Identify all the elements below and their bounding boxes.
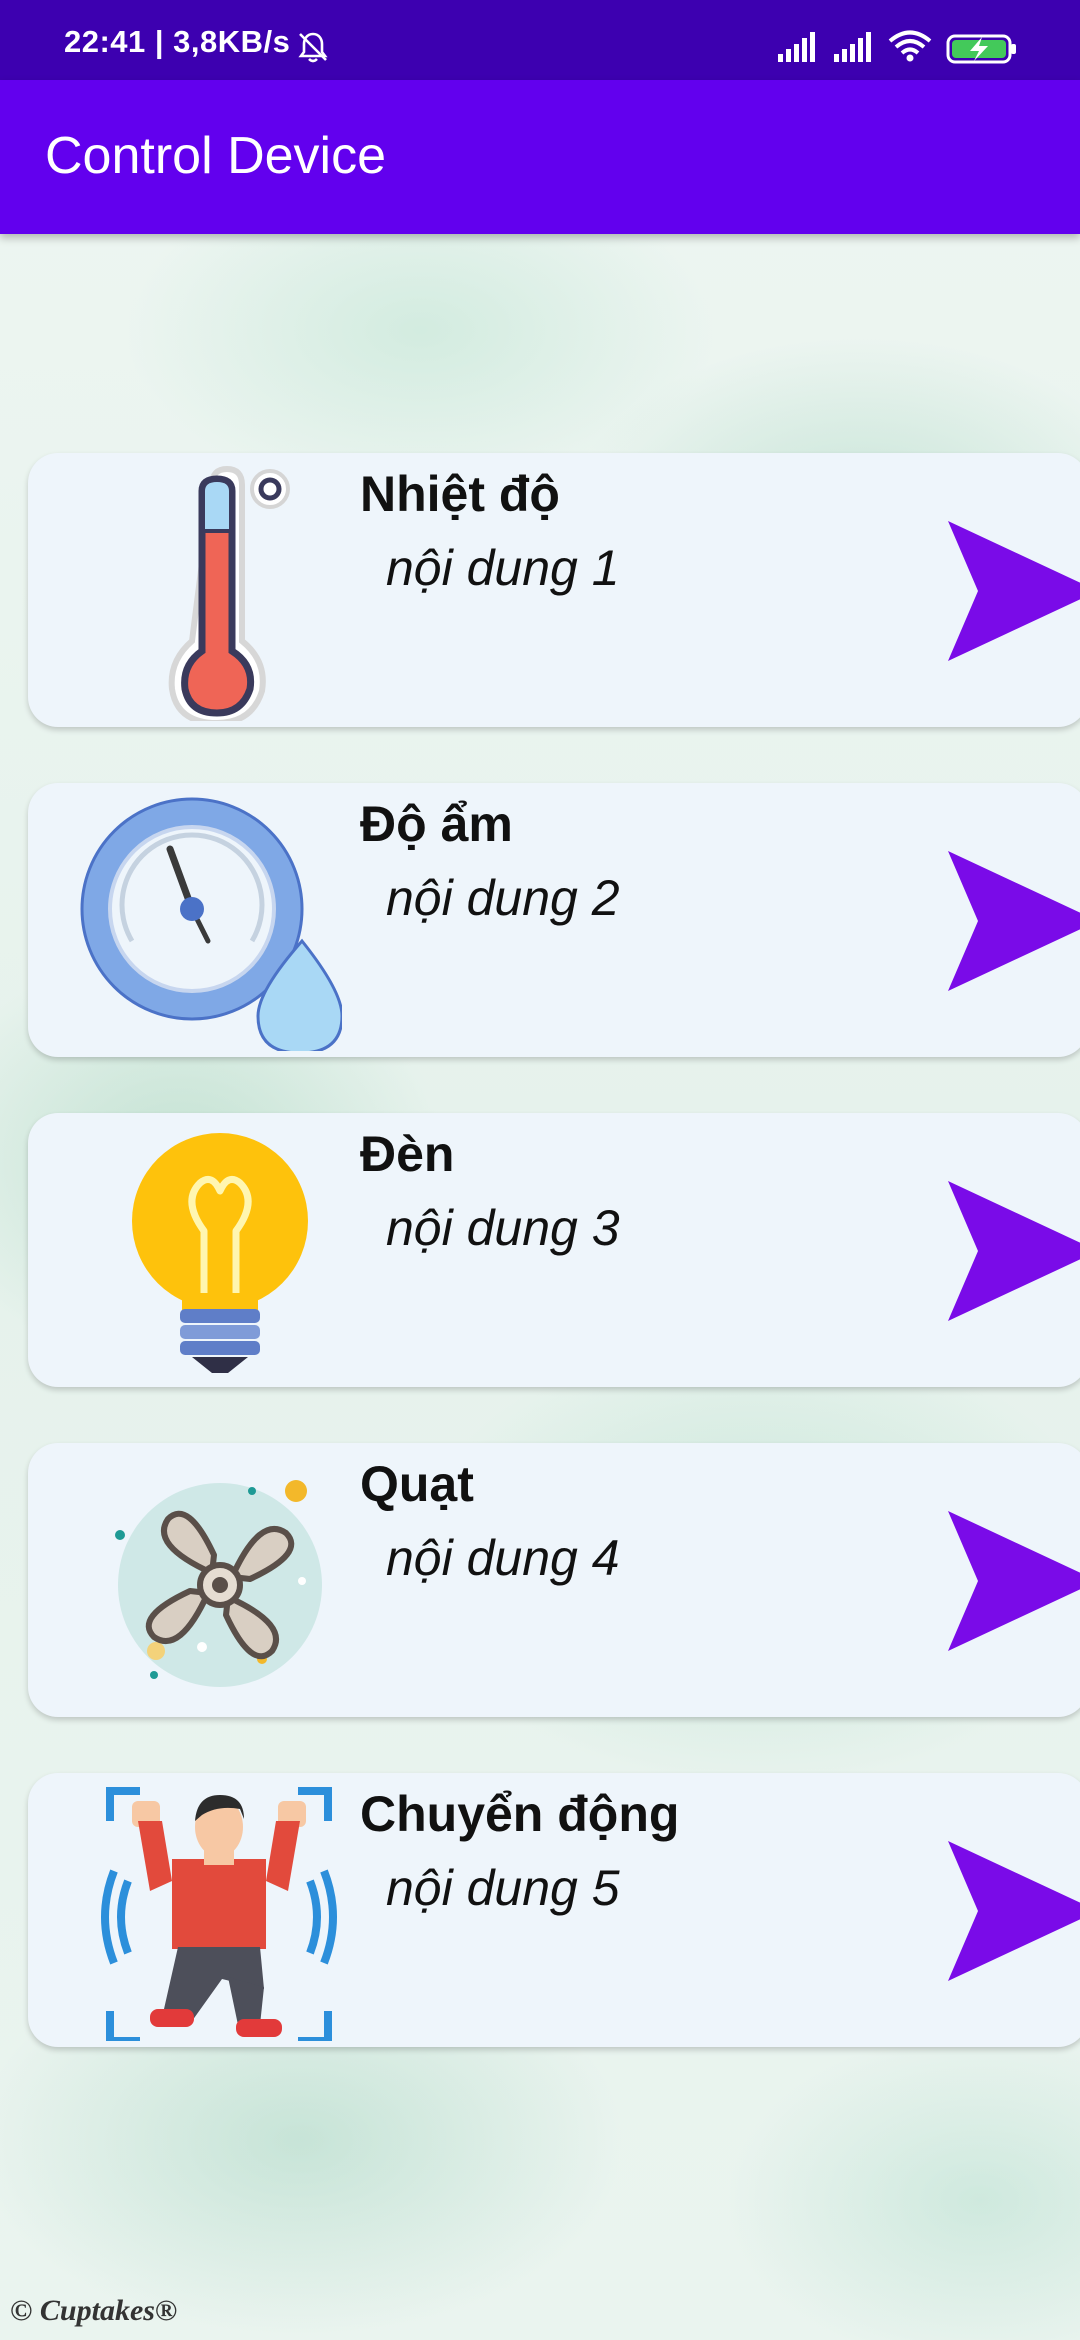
thermometer-icon [168, 465, 290, 721]
watermark: © Cuptakes® [10, 2294, 178, 2327]
device-card-humidity[interactable]: Độ ẩm nội dung 2 [28, 783, 1080, 1057]
app-title: Control Device [45, 127, 387, 185]
fan-icon [115, 1480, 322, 1687]
signal-icon [834, 32, 871, 62]
send-arrow-icon[interactable] [948, 521, 1080, 661]
humidity-gauge-icon [80, 797, 342, 1051]
wifi-icon [888, 30, 932, 62]
device-title: Đèn [360, 1126, 455, 1182]
status-time-speed: 22:41 | 3,8KB/s [64, 24, 291, 59]
device-subtitle: nội dung 4 [386, 1530, 620, 1586]
send-arrow-icon[interactable] [948, 1511, 1080, 1651]
device-subtitle: nội dung 5 [386, 1860, 620, 1916]
device-title: Độ ẩm [360, 796, 513, 852]
device-subtitle: nội dung 1 [386, 540, 620, 596]
device-card-fan[interactable]: Quạt nội dung 4 [28, 1443, 1080, 1717]
motion-icon [101, 1787, 337, 2041]
signal-icon [778, 32, 815, 62]
send-arrow-icon[interactable] [948, 1841, 1080, 1981]
device-title: Nhiệt độ [360, 466, 560, 522]
device-title: Chuyển động [360, 1786, 680, 1842]
light-bulb-icon [132, 1133, 308, 1373]
send-arrow-icon[interactable] [948, 1181, 1080, 1321]
battery-charging-icon [946, 34, 1016, 64]
device-subtitle: nội dung 3 [386, 1200, 620, 1256]
device-title: Quạt [360, 1456, 474, 1512]
status-bar: 22:41 | 3,8KB/s [0, 0, 1080, 80]
device-card-motion[interactable]: Chuyển động nội dung 5 [28, 1773, 1080, 2047]
bell-muted-icon [298, 32, 328, 63]
device-card-temperature[interactable]: Nhiệt độ nội dung 1 [28, 453, 1080, 727]
send-arrow-icon[interactable] [948, 851, 1080, 991]
device-subtitle: nội dung 2 [386, 870, 620, 926]
app-bar: Control Device [0, 80, 1080, 234]
device-card-light[interactable]: Đèn nội dung 3 [28, 1113, 1080, 1387]
